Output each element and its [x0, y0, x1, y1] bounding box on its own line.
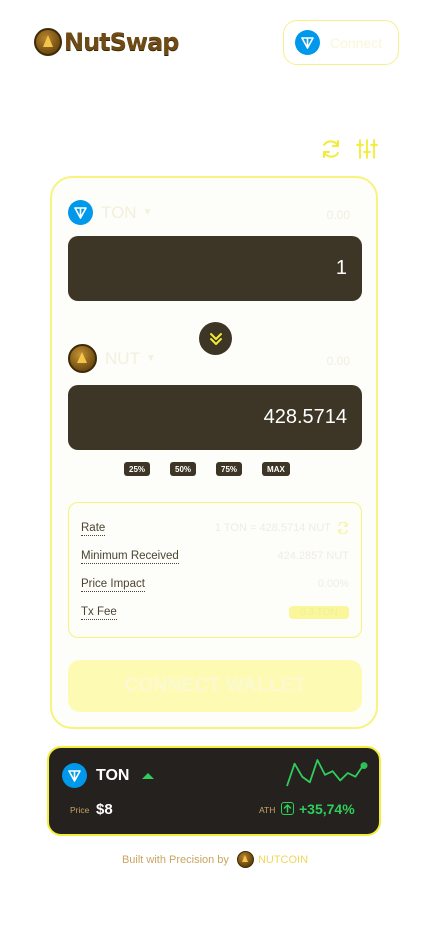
min-received-row: Minimum Received 424.2857 NUT [81, 548, 349, 564]
rate-label: Rate [81, 521, 106, 536]
sparkline-endpoint [360, 762, 368, 770]
to-amount-input[interactable]: 428.5714 [68, 385, 362, 450]
nutcoin-icon [236, 851, 254, 868]
tx-fee-value: 0.3 TON [289, 605, 349, 619]
tx-fee-row: Tx Fee 0.3 TON [81, 604, 349, 620]
nutcoin-logo-icon [34, 28, 62, 56]
to-balance: 0.00 [326, 354, 350, 368]
footer-brand-link[interactable]: NUTCOIN [258, 854, 308, 866]
from-token-symbol: TON [101, 202, 137, 222]
ton-icon [62, 763, 87, 788]
price-label: Price [70, 805, 90, 815]
rate-row: Rate 1 TON = 428.5714 NUT [81, 520, 349, 536]
sparkline-chart [286, 759, 368, 787]
chevron-down-icon: ▼ [142, 207, 153, 218]
chevron-down-icon: ▼ [145, 353, 156, 364]
connect-network-button[interactable]: Connect [283, 20, 399, 65]
price-impact-row: Price Impact 0.00% [81, 576, 349, 592]
ton-icon [295, 30, 320, 55]
footer: Built with Precision by NUTCOIN [0, 851, 430, 868]
settings-sliders-icon[interactable] [356, 138, 378, 160]
pct-25-button[interactable]: 25% [124, 462, 151, 476]
app-header: NutSwap Connect [0, 0, 430, 90]
pct-50-button[interactable]: 50% [170, 462, 197, 476]
double-chevron-down-icon [209, 332, 222, 345]
ton-icon [68, 200, 93, 225]
swap-rate-icon[interactable] [337, 522, 349, 534]
arrow-up-icon [281, 802, 294, 815]
rate-value-wrap: 1 TON = 428.5714 NUT [215, 522, 349, 534]
connect-wallet-button[interactable]: CONNECT WALLET [68, 660, 362, 712]
from-amount-input[interactable]: 1 [68, 236, 362, 301]
ticker-symbol: TON [96, 766, 130, 784]
brand-logo[interactable]: NutSwap [34, 28, 179, 56]
swap-details: Rate 1 TON = 428.5714 NUT Minimum Receiv… [68, 502, 362, 638]
percent-buttons: 25% 50% 75% MAX [124, 462, 310, 476]
tx-fee-label: Tx Fee [81, 605, 117, 620]
to-token-selector[interactable]: NUT ▼ [68, 344, 156, 373]
nut-token-icon [68, 344, 97, 373]
price-impact-label: Price Impact [81, 577, 145, 592]
ath-value: +35,74% [299, 801, 355, 817]
footer-text: Built with Precision by [121, 853, 229, 866]
rate-value: 1 TON = 428.5714 NUT [214, 522, 331, 534]
pct-75-button[interactable]: 75% [216, 462, 243, 476]
from-balance: 0.00 [326, 208, 350, 222]
from-amount-value: 1 [335, 257, 347, 279]
ton-ticker-card[interactable]: TON Price $8 ATH +35,74% [47, 746, 381, 836]
min-received-label: Minimum Received [81, 549, 179, 564]
swap-tools [320, 138, 378, 160]
brand-name: NutSwap [64, 28, 179, 56]
ticker-header: TON [62, 763, 155, 788]
to-token-symbol: NUT [105, 348, 140, 368]
from-token-selector[interactable]: TON ▼ [68, 200, 152, 225]
price-value: $8 [96, 801, 113, 818]
swap-card: TON ▼ 0.00 1 NUT ▼ 0.00 428.5714 25% 50%… [50, 176, 378, 729]
trend-up-icon [142, 772, 155, 779]
pct-max-button[interactable]: MAX [262, 462, 290, 476]
refresh-icon[interactable] [320, 138, 342, 160]
price-impact-value: 0.00% [317, 578, 349, 590]
to-amount-value: 428.5714 [263, 406, 347, 428]
min-received-value: 424.2857 NUT [277, 550, 349, 562]
sparkline-line [286, 759, 364, 787]
swap-direction-button[interactable] [199, 322, 232, 355]
ath-label: ATH [259, 805, 276, 815]
connect-network-label: Connect [330, 34, 383, 51]
